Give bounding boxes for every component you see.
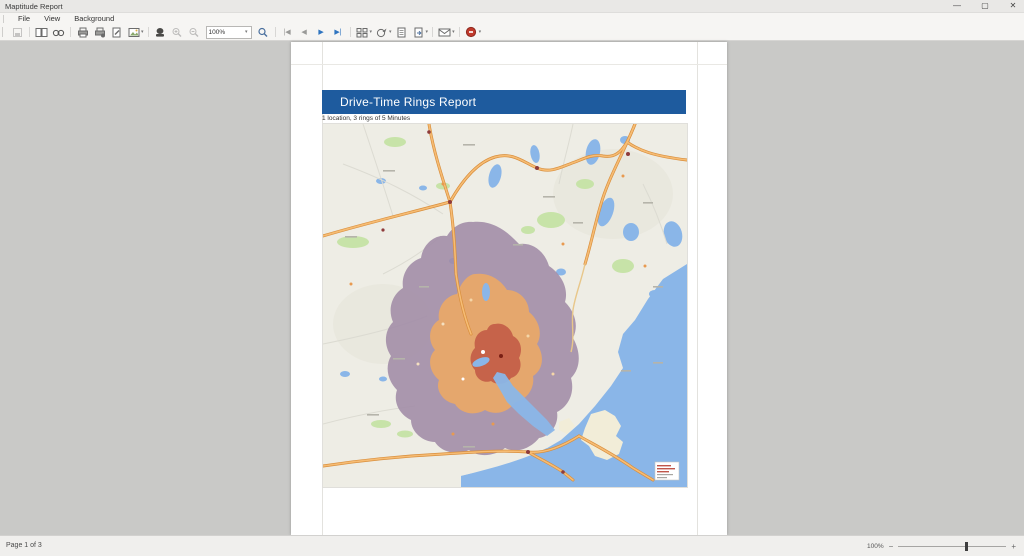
window-controls: — ▢ ✕	[950, 0, 1020, 12]
export-caret[interactable]: ▾	[389, 29, 392, 35]
report-page-icon[interactable]	[394, 26, 409, 39]
zoom-out-button[interactable]: −	[889, 542, 894, 551]
last-page-icon[interactable]: ▶|	[331, 26, 346, 39]
report-page: Drive-Time Rings Report 1 location, 3 ri…	[291, 42, 727, 535]
export-icon[interactable]	[374, 26, 389, 39]
print-icon[interactable]	[75, 26, 90, 39]
minimize-button[interactable]: —	[950, 1, 964, 11]
zoom-in-icon[interactable]	[170, 26, 185, 39]
toolbar-grip	[2, 27, 6, 37]
stop-caret[interactable]: ▾	[479, 29, 482, 35]
margin-guide-top	[291, 64, 727, 65]
menu-bar: File View Background	[0, 13, 1024, 24]
status-bar: Page 1 of 3 100% − +	[0, 535, 1024, 556]
zoom-in-button[interactable]: +	[1011, 542, 1016, 551]
report-canvas: Drive-Time Rings Report 1 location, 3 ri…	[0, 41, 1024, 535]
stamp-icon[interactable]	[153, 26, 168, 39]
zoom-slider-thumb[interactable]	[965, 542, 968, 551]
report-banner: Drive-Time Rings Report	[322, 90, 686, 114]
map-image	[323, 124, 687, 487]
status-zoom-label: 100%	[867, 543, 884, 550]
margin-guide-right	[697, 42, 698, 535]
insert-picture-icon[interactable]	[126, 26, 141, 39]
next-page-icon[interactable]: ▶	[314, 26, 329, 39]
zoom-widget: 100% − +	[867, 536, 1016, 556]
multi-page-caret[interactable]: ▾	[370, 29, 373, 35]
map-attribution-box	[655, 462, 679, 480]
maximize-button[interactable]: ▢	[978, 1, 992, 11]
menu-file[interactable]: File	[11, 14, 37, 23]
email-icon[interactable]	[437, 26, 452, 39]
zoom-out-icon[interactable]	[187, 26, 202, 39]
email-caret[interactable]: ▾	[452, 29, 455, 35]
title-bar: Maptitude Report — ▢ ✕	[0, 0, 1024, 13]
page-indicator: Page 1 of 3	[6, 542, 42, 549]
zoom-tool-icon[interactable]	[256, 26, 271, 39]
page-options-icon[interactable]	[411, 26, 426, 39]
menu-view[interactable]: View	[37, 14, 67, 23]
close-button[interactable]: ✕	[1006, 1, 1020, 11]
toolbar: ▾ 100% ▾ |◀ ◀ ▶ ▶| ▾ ▾ ▾ ▾ ▾	[0, 24, 1024, 41]
first-page-icon[interactable]: |◀	[280, 26, 295, 39]
save-report-icon[interactable]	[10, 26, 25, 39]
menu-grip	[3, 15, 7, 23]
zoom-combo-caret[interactable]: ▾	[245, 29, 248, 35]
stop-icon[interactable]	[464, 26, 479, 39]
find-icon[interactable]	[51, 26, 66, 39]
menu-background[interactable]: Background	[67, 14, 121, 23]
window-title: Maptitude Report	[5, 2, 63, 11]
page-setup-icon[interactable]	[109, 26, 124, 39]
page-options-caret[interactable]: ▾	[426, 29, 429, 35]
report-title: Drive-Time Rings Report	[340, 95, 476, 109]
zoom-level-value: 100%	[209, 29, 226, 36]
insert-picture-caret[interactable]: ▾	[141, 29, 144, 35]
lake-in-ring	[482, 283, 490, 301]
multi-page-view-icon[interactable]	[355, 26, 370, 39]
prev-page-icon[interactable]: ◀	[297, 26, 312, 39]
report-subtitle: 1 location, 3 rings of 5 Minutes	[322, 115, 410, 122]
facing-pages-icon[interactable]	[34, 26, 49, 39]
zoom-slider[interactable]	[898, 546, 1006, 547]
drive-time-map	[322, 123, 688, 488]
print-setup-icon[interactable]	[92, 26, 107, 39]
zoom-level-combo[interactable]: 100% ▾	[206, 26, 252, 39]
